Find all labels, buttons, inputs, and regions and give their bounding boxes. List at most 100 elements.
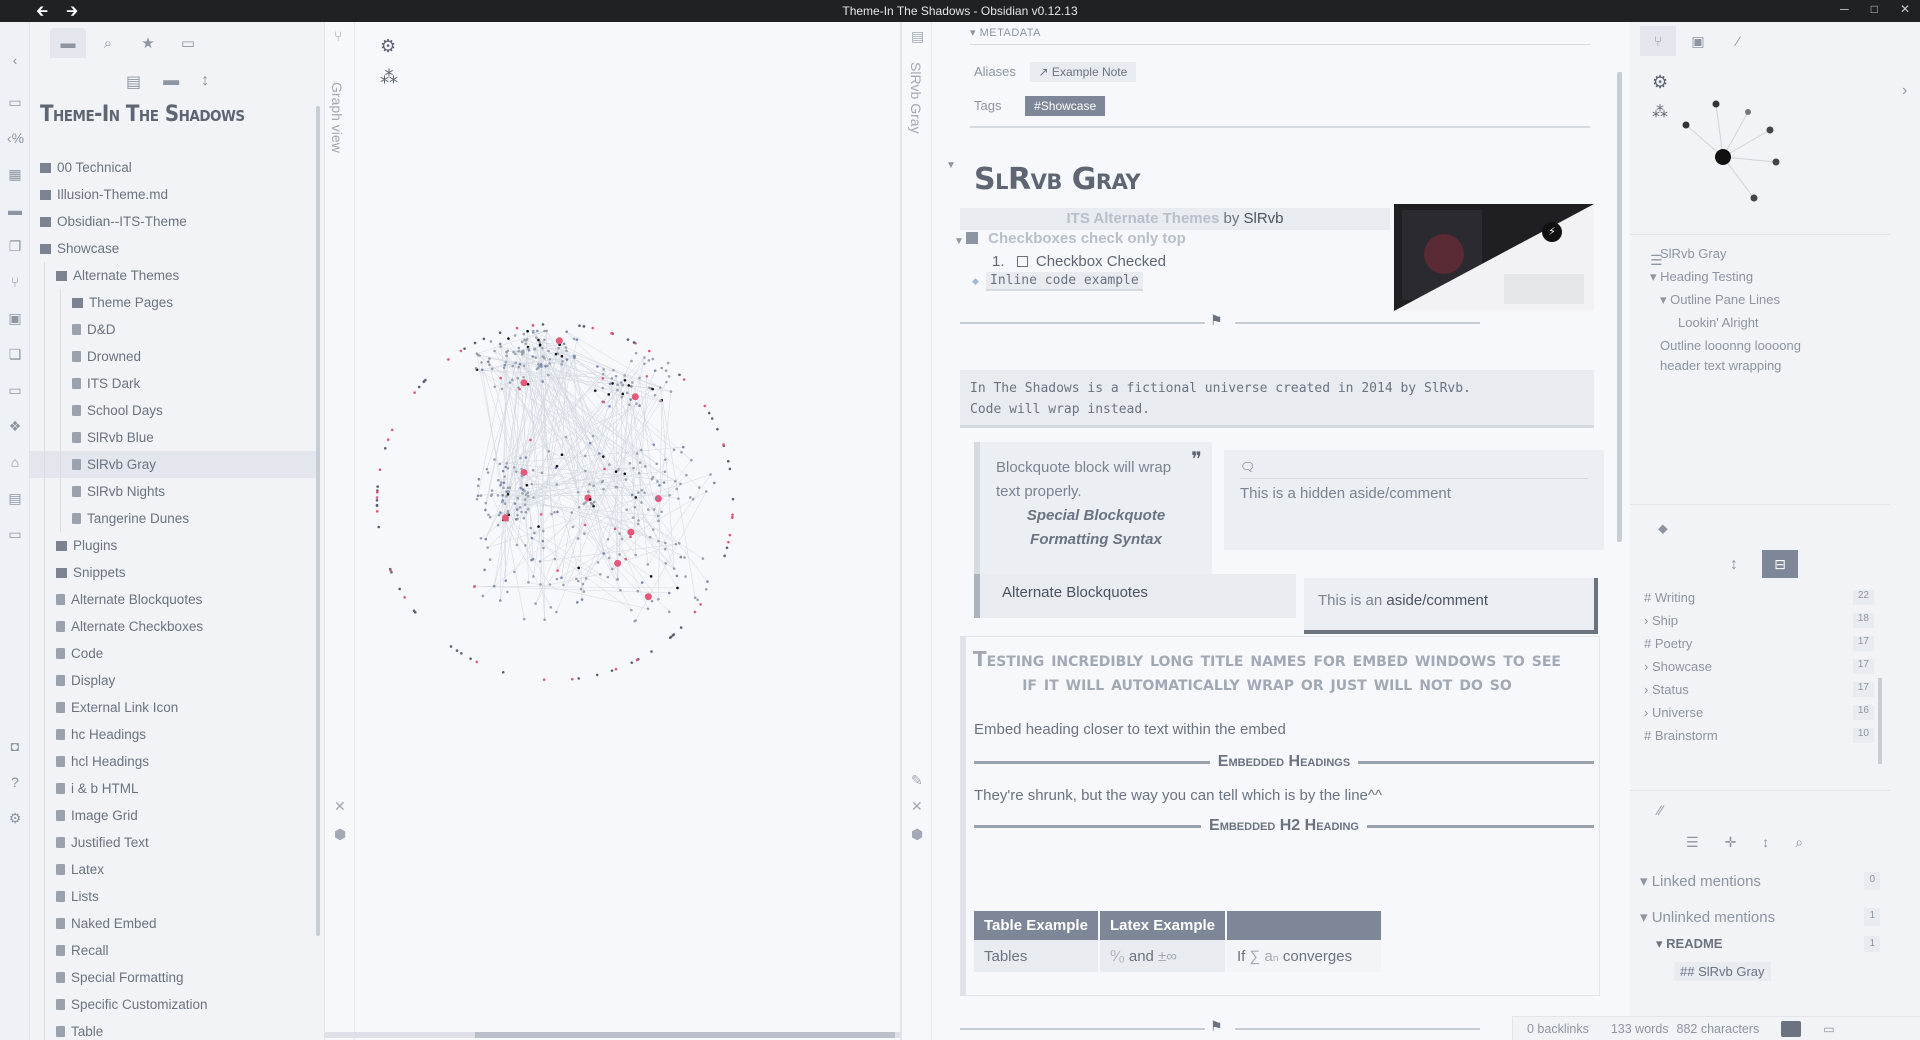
tree-item[interactable]: D&D bbox=[30, 316, 320, 343]
community-icon[interactable]: ❖ bbox=[7, 418, 23, 434]
tag-row[interactable]: › Status 17 bbox=[1644, 682, 1874, 697]
tree-item[interactable]: Alternate Checkboxes bbox=[30, 613, 320, 640]
collapse-results-icon[interactable]: ☰ bbox=[1686, 834, 1699, 851]
tag-icon[interactable]: ⬥ bbox=[1658, 520, 1668, 537]
tag-row[interactable]: › Showcase 17 bbox=[1644, 659, 1874, 674]
tag-row[interactable]: › Universe 16 bbox=[1644, 705, 1874, 720]
table-icon[interactable]: ▦ bbox=[7, 166, 23, 182]
layout-icon[interactable]: ▭ bbox=[1823, 1022, 1834, 1036]
code-icon[interactable]: ‹% bbox=[7, 130, 24, 146]
readme-result[interactable]: ▾ README 1 bbox=[1656, 936, 1880, 952]
graph-icon[interactable]: ⑂ bbox=[7, 274, 23, 290]
presentation-icon[interactable]: ▬ bbox=[7, 202, 23, 218]
tree-item[interactable]: Special Formatting bbox=[30, 964, 320, 991]
tree-item[interactable]: Code bbox=[30, 640, 320, 667]
checkbox-top[interactable]: Checkboxes check only top bbox=[966, 230, 1186, 247]
collapse-right-icon[interactable]: › bbox=[1902, 82, 1907, 100]
search-icon[interactable]: ⌕ bbox=[1795, 834, 1803, 851]
tree-item[interactable]: Alternate Blockquotes bbox=[30, 586, 320, 613]
inbox-icon[interactable]: ▭ bbox=[7, 94, 23, 110]
tree-item[interactable]: SlRvb Nights bbox=[30, 478, 320, 505]
close-pane-icon[interactable]: ✕ bbox=[911, 798, 923, 815]
tree-item[interactable]: SlRvb Blue bbox=[30, 424, 320, 451]
tag-row[interactable]: # Brainstorm 10 bbox=[1644, 728, 1874, 743]
search-icon[interactable]: ⌕ bbox=[90, 28, 126, 58]
outline-item[interactable]: Lookin' Alright bbox=[1678, 315, 1759, 330]
unlinked-mentions[interactable]: ▾ Unlinked mentions 1 bbox=[1640, 908, 1880, 926]
terminal-icon[interactable]: ▭ bbox=[7, 382, 23, 398]
help-icon[interactable]: ? bbox=[7, 774, 23, 790]
tree-item[interactable]: Snippets bbox=[30, 559, 320, 586]
tree-item[interactable]: Latex bbox=[30, 856, 320, 883]
metadata-header[interactable]: ▾ METADATA bbox=[970, 26, 1041, 39]
copy-icon[interactable]: ❐ bbox=[7, 238, 23, 254]
sort-icon[interactable]: ↕ bbox=[1762, 834, 1769, 851]
tree-item[interactable]: Justified Text bbox=[30, 829, 320, 856]
outline-item[interactable]: header text wrapping bbox=[1660, 358, 1781, 373]
linked-mentions[interactable]: ▾ Linked mentions 0 bbox=[1640, 872, 1880, 890]
tag-pill[interactable]: #Showcase bbox=[1025, 96, 1106, 116]
outline-item[interactable]: ▾ Outline Pane Lines bbox=[1660, 292, 1780, 308]
drive-icon[interactable]: ⌂ bbox=[7, 454, 23, 470]
collapse-icon[interactable]: ▼ bbox=[946, 160, 956, 171]
tree-item[interactable]: Alternate Themes bbox=[30, 262, 320, 289]
tree-item[interactable]: Theme Pages bbox=[30, 289, 320, 316]
graph-scrollbar[interactable] bbox=[325, 1032, 900, 1038]
readme-match[interactable]: ## SlRvb Gray bbox=[1674, 962, 1771, 981]
tree-view-icon[interactable]: ⊟ bbox=[1762, 550, 1798, 578]
calendar-icon[interactable]: ▣ bbox=[1680, 26, 1716, 56]
pause-icon[interactable] bbox=[1781, 1020, 1802, 1037]
gear-icon[interactable]: ⚙ bbox=[1652, 72, 1668, 93]
note-scrollbar[interactable] bbox=[1617, 72, 1622, 542]
collapse-icon[interactable]: ▼ bbox=[954, 236, 964, 247]
tree-item[interactable]: Plugins bbox=[30, 532, 320, 559]
sort-icon[interactable]: ↕ bbox=[201, 72, 209, 92]
tree-item[interactable]: Drowned bbox=[30, 343, 320, 370]
calendar-icon[interactable]: ▣ bbox=[7, 310, 23, 326]
tree-item[interactable]: Image Grid bbox=[30, 802, 320, 829]
tag-row[interactable]: # Writing 22 bbox=[1644, 590, 1874, 605]
tree-item[interactable]: SlRvb Gray bbox=[30, 451, 320, 478]
outline-item[interactable]: SlRvb Gray bbox=[1660, 246, 1726, 261]
tree-item[interactable]: hcl Headings bbox=[30, 748, 320, 775]
star-icon[interactable]: ★ bbox=[130, 28, 166, 58]
tree-item[interactable]: External Link Icon bbox=[30, 694, 320, 721]
layout-icon[interactable]: ▤ bbox=[7, 490, 23, 506]
vault-icon[interactable]: ◘ bbox=[7, 738, 23, 754]
sort-icon[interactable]: ↕ bbox=[1730, 556, 1738, 574]
close-button[interactable]: ✕ bbox=[1900, 2, 1910, 16]
tag-scrollbar[interactable] bbox=[1878, 678, 1882, 764]
backlinks-count[interactable]: 0 backlinks bbox=[1527, 1022, 1589, 1036]
tree-item[interactable]: i & b HTML bbox=[30, 775, 320, 802]
tree-item[interactable]: Obsidian--ITS-Theme bbox=[30, 208, 320, 235]
explorer-scrollbar[interactable] bbox=[316, 106, 320, 936]
tree-item[interactable]: Lists bbox=[30, 883, 320, 910]
maximize-button[interactable]: □ bbox=[1871, 2, 1878, 16]
folder-icon[interactable]: ▬ bbox=[50, 28, 86, 58]
graph-icon[interactable]: ⑂ bbox=[1640, 26, 1676, 56]
tree-item[interactable]: Table bbox=[30, 1018, 320, 1040]
tree-item[interactable]: Illusion-Theme.md bbox=[30, 181, 320, 208]
tree-item[interactable]: hc Headings bbox=[30, 721, 320, 748]
minimize-button[interactable]: ─ bbox=[1840, 2, 1849, 16]
expand-context-icon[interactable]: ✛ bbox=[1725, 834, 1737, 851]
collapse-left-icon[interactable]: ‹ bbox=[7, 52, 23, 68]
local-graph[interactable] bbox=[1670, 82, 1810, 202]
tree-item[interactable]: Recall bbox=[30, 937, 320, 964]
pane-menu-icon[interactable]: ⬢ bbox=[911, 826, 923, 843]
outline-item[interactable]: Outline looonng loooong bbox=[1660, 338, 1801, 353]
slides-icon[interactable]: ▭ bbox=[7, 526, 23, 542]
graph-canvas[interactable] bbox=[325, 22, 900, 1040]
settings-icon[interactable]: ⚙ bbox=[7, 810, 23, 826]
banner-link[interactable]: ITS Alternate Themes bbox=[1066, 210, 1219, 227]
tree-item[interactable]: Tangerine Dunes bbox=[30, 505, 320, 532]
link-icon[interactable]: ⁄⁄ bbox=[1658, 802, 1663, 818]
tree-item[interactable]: Display bbox=[30, 667, 320, 694]
wand-icon[interactable]: ⁄ bbox=[1720, 26, 1756, 56]
tree-item[interactable]: Showcase bbox=[30, 235, 320, 262]
tree-item[interactable]: School Days bbox=[30, 397, 320, 424]
checkbox-icon[interactable] bbox=[1016, 256, 1028, 267]
alias-link[interactable]: ↗ Example Note bbox=[1029, 62, 1137, 82]
aside-link[interactable]: aside/comment bbox=[1386, 592, 1488, 609]
tree-item[interactable]: 00 Technical bbox=[30, 154, 320, 181]
